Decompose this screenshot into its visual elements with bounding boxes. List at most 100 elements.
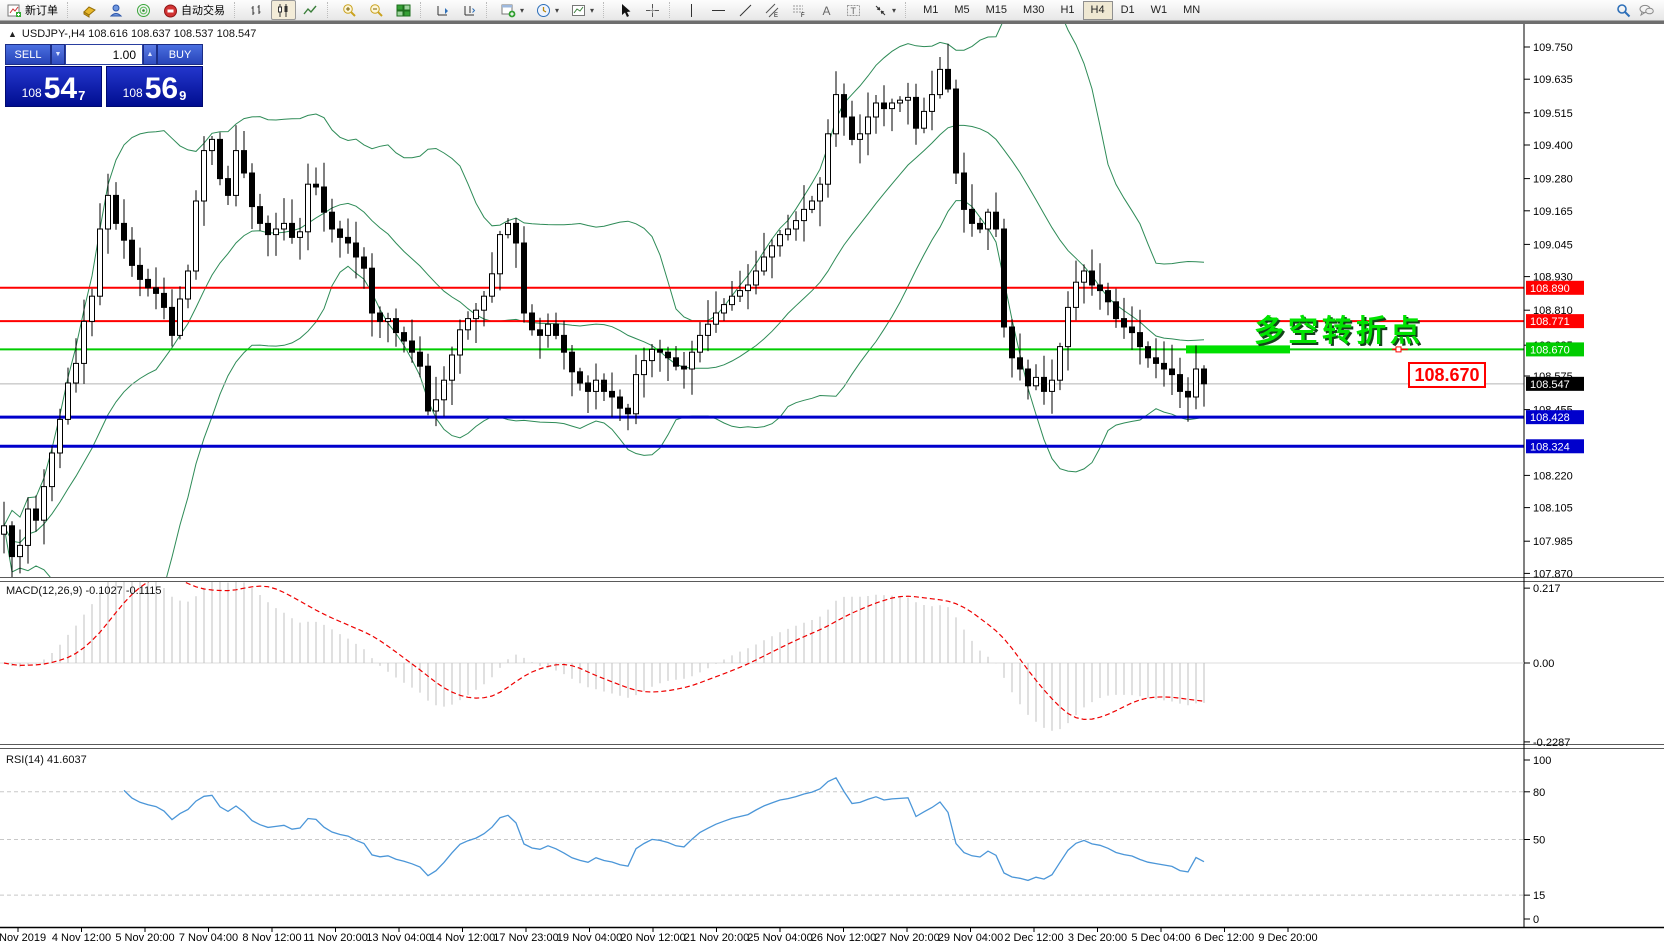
candle-body: [202, 151, 207, 201]
candle-body: [938, 69, 943, 94]
auto-scroll-button[interactable]: [430, 0, 455, 20]
candle-body: [674, 358, 679, 366]
equidistant-channel-icon: E: [765, 3, 780, 18]
buy-button[interactable]: BUY: [157, 44, 203, 65]
time-axis-label: 26 Nov 12:00: [811, 932, 876, 944]
horizontal-line-button[interactable]: [706, 0, 731, 20]
timeframe-button-m1[interactable]: M1: [915, 1, 946, 20]
candle-body: [954, 89, 959, 173]
candle-body: [1114, 302, 1119, 319]
text-button[interactable]: A: [814, 0, 839, 20]
candle-body: [346, 237, 351, 243]
new-chart-button[interactable]: ▾: [496, 0, 529, 20]
candle-body: [234, 151, 239, 196]
price-mark-label: 108.771: [1530, 316, 1570, 328]
bar-chart-button[interactable]: [244, 0, 269, 20]
volume-up-button[interactable]: ▲: [143, 44, 157, 65]
candle-body: [330, 212, 335, 229]
candle-body: [1186, 391, 1191, 397]
buy-price-display[interactable]: 108 56 9: [106, 66, 203, 107]
timeframe-button-h1[interactable]: H1: [1052, 1, 1082, 20]
chevron-down-icon: ▾: [590, 6, 594, 15]
sell-price-display[interactable]: 108 54 7: [5, 66, 102, 107]
new-order-button[interactable]: 新订单: [2, 0, 63, 20]
chinese-annotation[interactable]: 多空转折点: [1254, 306, 1424, 350]
candle-body: [826, 134, 831, 184]
zoom-out-button[interactable]: [364, 0, 389, 20]
vertical-line-button[interactable]: [679, 0, 704, 20]
time-axis-label: 1 Nov 2019: [0, 932, 46, 944]
time-axis-label: 29 Nov 04:00: [938, 932, 1003, 944]
autotrading-button[interactable]: 自动交易: [158, 0, 230, 20]
periodicity-button[interactable]: ▾: [531, 0, 564, 20]
candle-body: [18, 545, 23, 556]
line-chart-button[interactable]: [298, 0, 323, 20]
rsi-axis-label: 0: [1533, 914, 1539, 926]
time-axis-label: 5 Dec 04:00: [1131, 932, 1190, 944]
candle-body: [1074, 282, 1079, 307]
buy-price-pips: 56: [145, 75, 178, 103]
price-axis-label: 109.400: [1533, 140, 1573, 152]
search-icon[interactable]: [1616, 3, 1631, 18]
toolbar-separator: [420, 2, 426, 18]
navigator-button[interactable]: [104, 0, 129, 20]
candle-body: [394, 319, 399, 333]
chart-window[interactable]: 109.750109.635109.515109.400109.280109.1…: [0, 24, 1664, 949]
sell-button[interactable]: SELL: [5, 44, 51, 65]
templates-button[interactable]: ▾: [566, 0, 599, 20]
data-signal-button[interactable]: [131, 0, 156, 20]
time-axis-label: 7 Nov 04:00: [179, 932, 238, 944]
timeframe-button-m15[interactable]: M15: [978, 1, 1015, 20]
price-mark-label: 108.428: [1530, 412, 1570, 424]
market-watch-button[interactable]: [77, 0, 102, 20]
chart-canvas[interactable]: 109.750109.635109.515109.400109.280109.1…: [0, 24, 1664, 949]
candle-body: [34, 509, 39, 520]
price-axis-label: 107.985: [1533, 536, 1573, 548]
candle-body: [1202, 369, 1207, 384]
time-axis-label: 9 Dec 20:00: [1258, 932, 1317, 944]
crosshair-button[interactable]: [640, 0, 665, 20]
time-axis-label: 8 Nov 12:00: [242, 932, 301, 944]
autotrading-label: 自动交易: [181, 2, 225, 18]
candle-body: [522, 243, 527, 313]
timeframe-button-d1[interactable]: D1: [1113, 1, 1143, 20]
trendline-button[interactable]: [733, 0, 758, 20]
chat-icon[interactable]: [1639, 3, 1654, 18]
candle-body: [258, 207, 263, 224]
candle-body: [858, 134, 863, 140]
volume-down-button[interactable]: ▼: [51, 44, 65, 65]
candle-body: [170, 307, 175, 335]
price-level-flag[interactable]: 108.670: [1408, 362, 1486, 388]
market-watch-icon: [82, 3, 97, 18]
macd-signal-line: [4, 577, 1204, 720]
timeframe-button-m30[interactable]: M30: [1015, 1, 1052, 20]
timeframe-button-w1[interactable]: W1: [1143, 1, 1176, 20]
candle-body: [842, 95, 847, 117]
candle-body: [594, 380, 599, 391]
zoom-in-button[interactable]: [337, 0, 362, 20]
candle-body: [1098, 285, 1103, 291]
fibonacci-button[interactable]: F: [787, 0, 812, 20]
candlestick-chart-button[interactable]: [271, 0, 296, 20]
timeframe-button-mn[interactable]: MN: [1175, 1, 1208, 20]
new-order-label: 新订单: [25, 2, 58, 18]
cursor-button[interactable]: [613, 0, 638, 20]
candle-body: [802, 209, 807, 220]
shift-chart-button[interactable]: [457, 0, 482, 20]
timeframe-button-h4[interactable]: H4: [1083, 1, 1113, 20]
arrows-button[interactable]: ▾: [868, 0, 901, 20]
timeframe-button-m5[interactable]: M5: [946, 1, 977, 20]
candle-body: [1178, 375, 1183, 392]
tile-windows-button[interactable]: [391, 0, 416, 20]
price-axis-label: 109.280: [1533, 174, 1573, 186]
candle-body: [90, 296, 95, 321]
price-axis-label: 109.515: [1533, 108, 1573, 120]
equidistant-channel-button[interactable]: E: [760, 0, 785, 20]
text-label-button[interactable]: T: [841, 0, 866, 20]
volume-input[interactable]: [66, 45, 142, 64]
macd-histogram: [4, 567, 1204, 731]
new-order-icon: [7, 3, 22, 18]
candle-body: [682, 366, 687, 369]
collapse-triangle-icon[interactable]: ▲: [8, 29, 17, 39]
candle-body: [626, 408, 631, 414]
